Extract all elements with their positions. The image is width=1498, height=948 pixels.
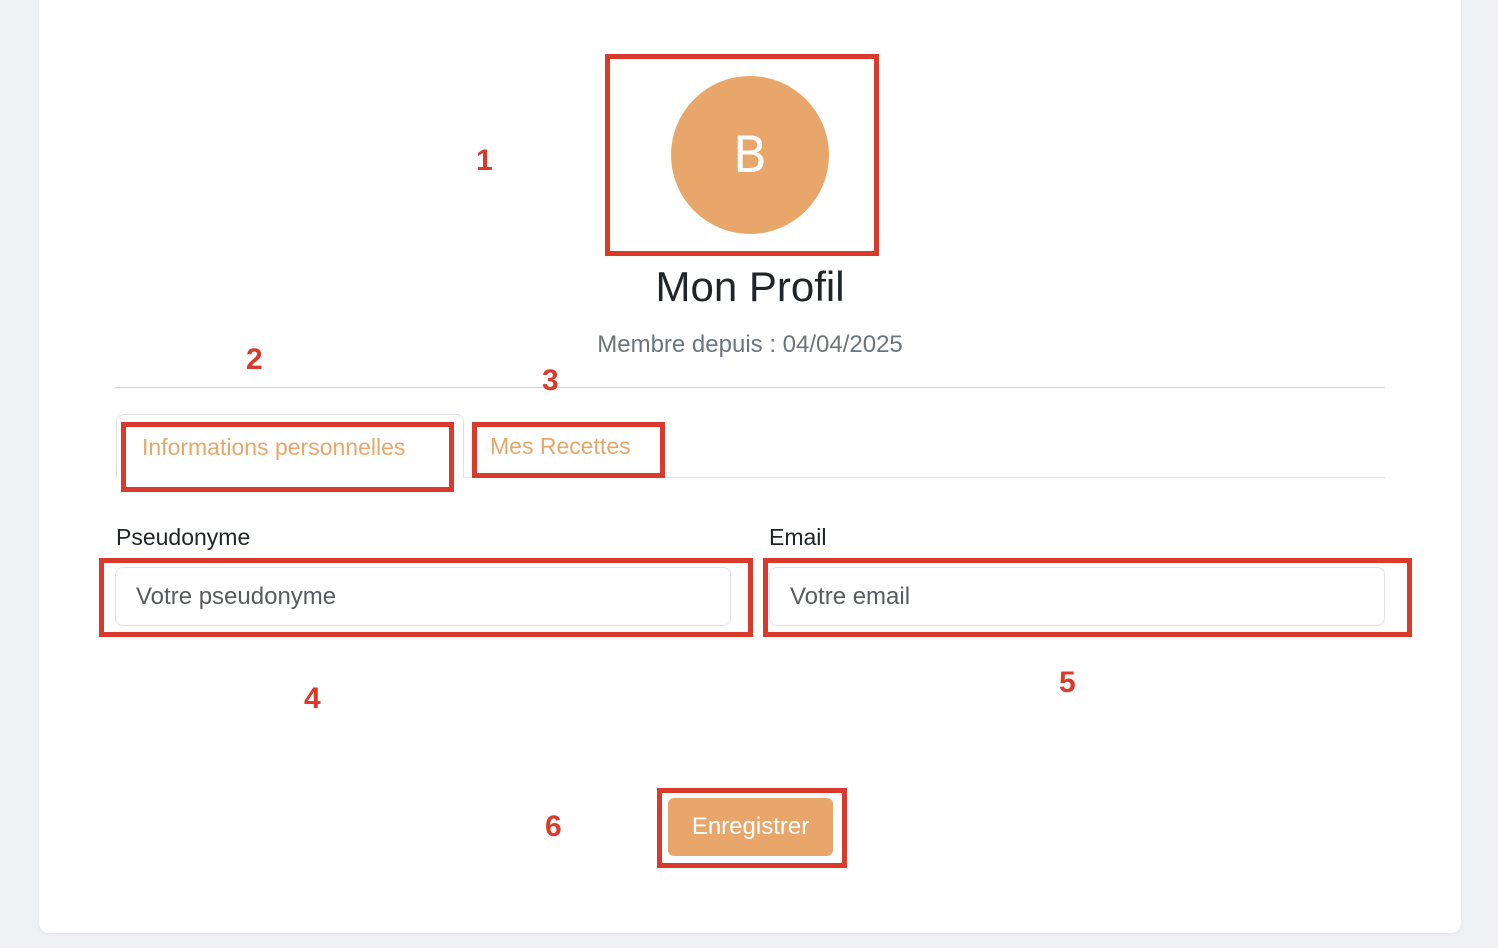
tab-mes-recettes[interactable]: Mes Recettes xyxy=(474,418,662,476)
tab-label: Mes Recettes xyxy=(490,433,631,459)
avatar: B xyxy=(671,76,829,234)
tab-label: Informations personnelles xyxy=(142,434,406,460)
tab-informations-personnelles[interactable]: Informations personnelles xyxy=(116,414,464,478)
avatar-letter: B xyxy=(732,126,768,184)
pseudonyme-input[interactable] xyxy=(115,567,731,626)
divider xyxy=(115,387,1385,388)
member-since-text: Membre depuis : 04/04/2025 xyxy=(597,331,903,358)
page-title: Mon Profil xyxy=(655,263,845,310)
email-label: Email xyxy=(769,524,827,550)
save-button[interactable]: Enregistrer xyxy=(668,798,833,856)
pseudonyme-label: Pseudonyme xyxy=(116,524,251,550)
email-input[interactable] xyxy=(769,567,1385,626)
